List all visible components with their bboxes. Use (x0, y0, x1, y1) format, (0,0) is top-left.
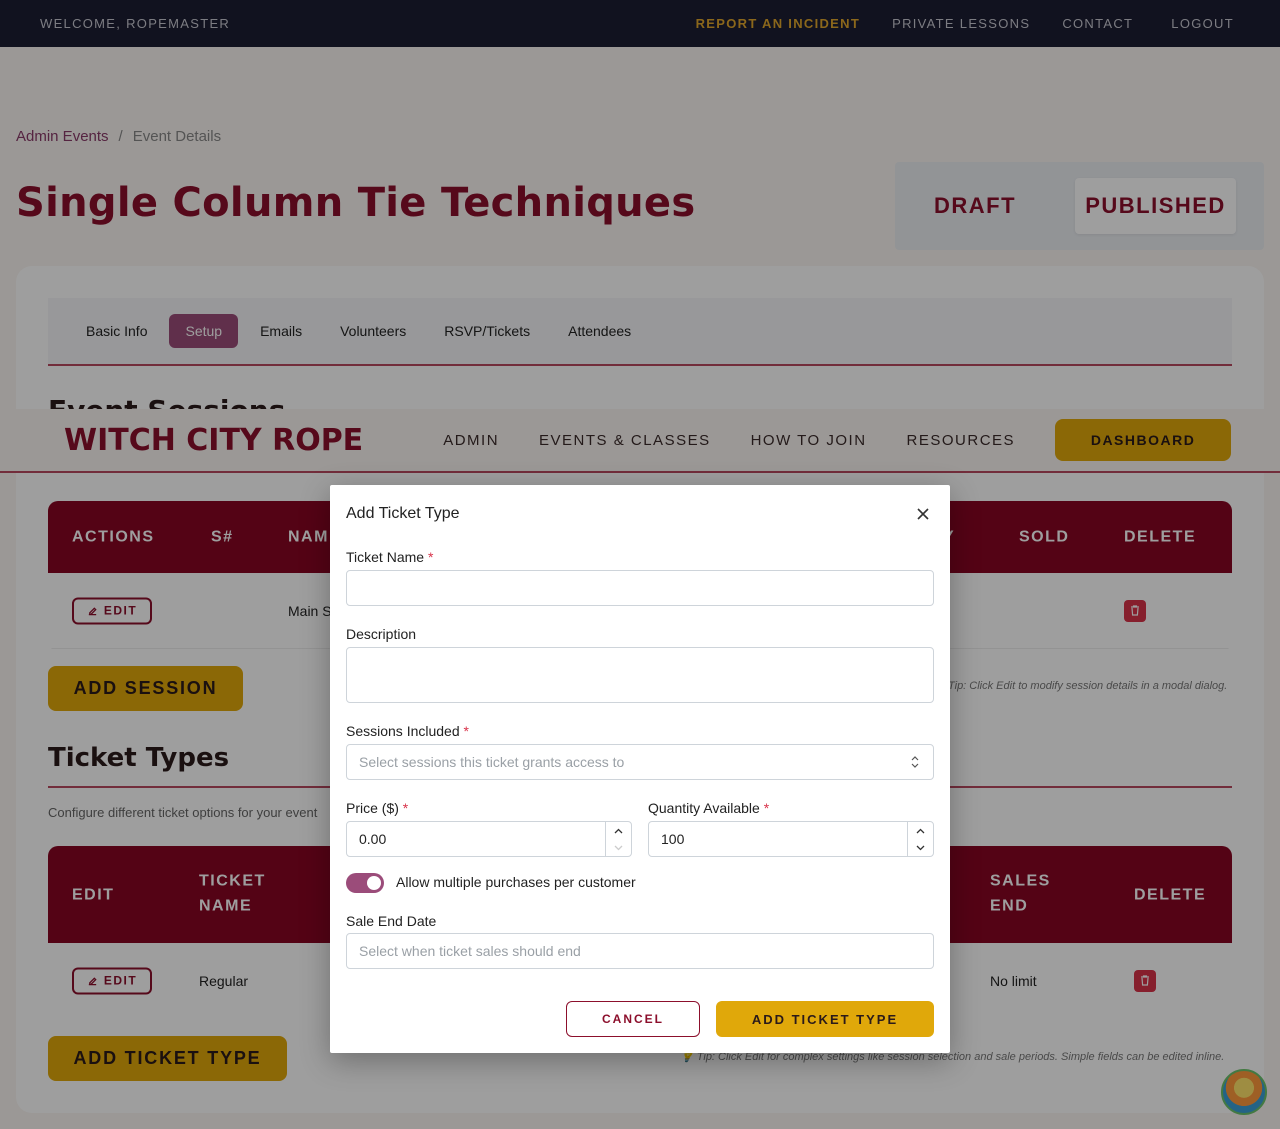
sessions-select[interactable]: Select sessions this ticket grants acces… (346, 744, 934, 780)
quantity-input[interactable]: 100 (648, 821, 934, 857)
required-mark: * (402, 800, 409, 816)
price-value: 0.00 (359, 831, 387, 847)
allow-multiple-label: Allow multiple purchases per customer (396, 874, 636, 890)
ticket-name-label-text: Ticket Name (346, 549, 425, 565)
ticket-name-label: Ticket Name * (346, 549, 433, 565)
description-label: Description (346, 626, 417, 642)
sale-end-label: Sale End Date (346, 913, 437, 929)
chevron-down-icon[interactable] (908, 839, 933, 856)
modal-title: Add Ticket Type (346, 505, 460, 522)
price-label: Price ($) * (346, 800, 408, 816)
quantity-value: 100 (661, 831, 685, 847)
add-ticket-type-button[interactable]: ADD TICKET TYPE (716, 1001, 934, 1037)
description-textarea[interactable] (346, 647, 934, 703)
required-mark: * (463, 723, 469, 739)
ticket-name-input[interactable] (346, 570, 934, 606)
required-mark: * (427, 549, 434, 565)
sessions-label: Sessions Included * (346, 723, 469, 739)
quantity-label-text: Quantity Available (648, 800, 760, 816)
required-mark: * (763, 800, 770, 816)
price-input[interactable]: 0.00 (346, 821, 632, 857)
toggle-knob (367, 876, 381, 890)
chevron-down-icon[interactable] (606, 839, 631, 856)
sale-end-date-input[interactable]: Select when ticket sales should end (346, 933, 934, 969)
quantity-label: Quantity Available * (648, 800, 769, 816)
sessions-label-text: Sessions Included (346, 723, 460, 739)
quantity-stepper (907, 822, 933, 856)
price-label-text: Price ($) (346, 800, 399, 816)
select-chevrons-icon (911, 756, 919, 768)
chevron-up-icon[interactable] (606, 822, 631, 839)
allow-multiple-toggle[interactable] (346, 873, 384, 893)
chevron-up-icon[interactable] (908, 822, 933, 839)
sessions-placeholder: Select sessions this ticket grants acces… (359, 754, 625, 770)
price-stepper (605, 822, 631, 856)
cancel-button[interactable]: CANCEL (566, 1001, 700, 1037)
close-icon[interactable] (915, 506, 931, 522)
add-ticket-type-modal: Add Ticket Type Ticket Name * Descriptio… (330, 485, 950, 1053)
